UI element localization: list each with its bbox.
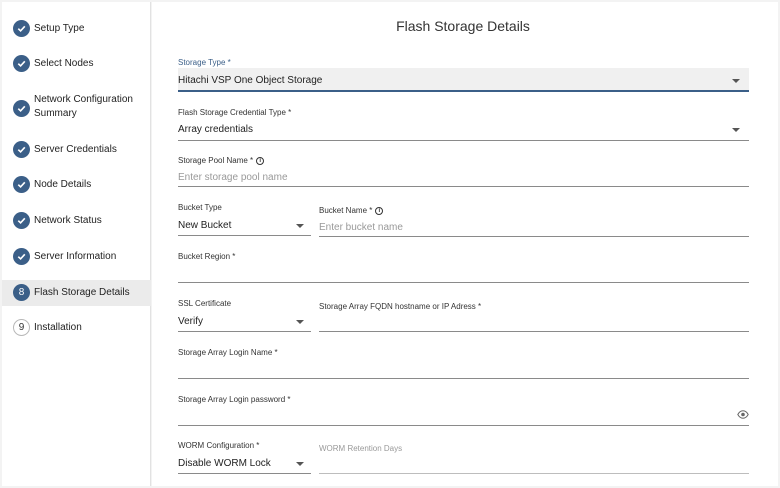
bucket-type-select[interactable]: Bucket Type New Bucket bbox=[178, 203, 311, 237]
step-label: Setup Type bbox=[34, 23, 85, 34]
storage-type-label: Storage Type * bbox=[178, 58, 231, 67]
bucket-type-label: Bucket Type bbox=[178, 203, 222, 212]
step-label: Server Information bbox=[34, 251, 117, 262]
check-icon bbox=[13, 212, 30, 229]
step-select-nodes[interactable]: Select Nodes bbox=[2, 53, 151, 75]
step-label: Select Nodes bbox=[34, 58, 94, 69]
worm-configuration-value: Disable WORM Lock bbox=[178, 458, 271, 469]
worm-configuration-select[interactable]: WORM Configuration * Disable WORM Lock bbox=[178, 441, 311, 475]
caret-down-icon bbox=[732, 128, 740, 132]
storage-pool-name-field[interactable]: Storage Pool Name * i Enter storage pool… bbox=[178, 156, 749, 188]
bucket-name-placeholder: Enter bucket name bbox=[319, 222, 403, 233]
check-icon bbox=[13, 141, 30, 158]
field-underline bbox=[178, 425, 749, 426]
credential-type-label: Flash Storage Credential Type * bbox=[178, 108, 292, 117]
worm-configuration-label: WORM Configuration * bbox=[178, 441, 260, 450]
field-underline bbox=[178, 331, 311, 332]
ssl-certificate-label: SSL Certificate bbox=[178, 299, 232, 308]
step-label: Installation bbox=[34, 322, 82, 333]
step-label: Flash Storage Details bbox=[34, 287, 130, 298]
main-panel: Flash Storage Details Storage Type * Hit… bbox=[152, 2, 778, 486]
step-network-status[interactable]: Network Status bbox=[2, 210, 151, 232]
caret-down-icon bbox=[296, 224, 304, 228]
storage-pool-name-placeholder: Enter storage pool name bbox=[178, 172, 288, 183]
bucket-name-field[interactable]: Bucket Name * i Enter bucket name bbox=[319, 206, 749, 238]
step-server-information[interactable]: Server Information bbox=[2, 246, 151, 268]
ssl-certificate-select[interactable]: SSL Certificate Verify bbox=[178, 299, 311, 333]
step-server-credentials[interactable]: Server Credentials bbox=[2, 139, 151, 161]
check-icon bbox=[13, 176, 30, 193]
step-network-configuration-summary[interactable]: Network Configuration Summary bbox=[2, 92, 151, 124]
step-number-badge: 9 bbox=[13, 319, 30, 336]
field-underline bbox=[178, 473, 311, 474]
wizard-sidebar: Setup Type Select Nodes Network Configur… bbox=[2, 2, 151, 486]
label-text: Storage Pool Name * bbox=[178, 156, 254, 165]
login-name-field[interactable]: Storage Array Login Name * bbox=[178, 348, 749, 380]
step-installation[interactable]: 9 Installation bbox=[2, 317, 151, 339]
login-password-field[interactable]: Storage Array Login password * bbox=[178, 395, 749, 427]
field-underline bbox=[319, 236, 749, 237]
caret-down-icon bbox=[296, 320, 304, 324]
bucket-name-label: Bucket Name * i bbox=[319, 206, 384, 215]
login-password-label: Storage Array Login password * bbox=[178, 395, 291, 404]
caret-down-icon bbox=[732, 79, 740, 83]
field-underline bbox=[178, 90, 749, 92]
check-icon bbox=[13, 55, 30, 72]
field-underline bbox=[178, 378, 749, 379]
fqdn-field[interactable]: Storage Array FQDN hostname or IP Adress… bbox=[319, 302, 749, 334]
step-label: Network Configuration Summary bbox=[34, 94, 133, 119]
check-icon bbox=[13, 248, 30, 265]
caret-down-icon bbox=[296, 462, 304, 466]
field-underline bbox=[178, 140, 749, 141]
credential-type-value: Array credentials bbox=[178, 124, 254, 135]
info-icon[interactable]: i bbox=[375, 206, 384, 215]
worm-retention-days-label: WORM Retention Days bbox=[319, 444, 403, 453]
credential-type-select[interactable]: Flash Storage Credential Type * Array cr… bbox=[178, 108, 749, 142]
bucket-type-value: New Bucket bbox=[178, 220, 232, 231]
page-title: Flash Storage Details bbox=[396, 18, 530, 34]
fqdn-label: Storage Array FQDN hostname or IP Adress… bbox=[319, 302, 482, 311]
step-flash-storage-details[interactable]: 8 Flash Storage Details bbox=[2, 280, 151, 306]
step-label: Network Status bbox=[34, 215, 102, 226]
step-setup-type[interactable]: Setup Type bbox=[2, 18, 151, 40]
step-number-badge: 8 bbox=[13, 284, 30, 301]
eye-icon[interactable] bbox=[737, 410, 749, 419]
step-node-details[interactable]: Node Details bbox=[2, 174, 151, 196]
ssl-certificate-value: Verify bbox=[178, 316, 204, 327]
login-name-label: Storage Array Login Name * bbox=[178, 348, 278, 357]
info-icon[interactable]: i bbox=[256, 156, 265, 165]
field-underline bbox=[178, 282, 749, 283]
field-underline bbox=[178, 186, 749, 187]
label-text: Bucket Name * bbox=[319, 206, 373, 215]
storage-type-select[interactable]: Storage Type * Hitachi VSP One Object St… bbox=[178, 58, 749, 92]
bucket-region-field[interactable]: Bucket Region * bbox=[178, 252, 749, 284]
check-icon bbox=[13, 100, 30, 117]
storage-type-value: Hitachi VSP One Object Storage bbox=[178, 75, 323, 86]
worm-retention-days-field[interactable]: WORM Retention Days bbox=[319, 444, 749, 476]
step-label: Node Details bbox=[34, 179, 92, 190]
bucket-region-label: Bucket Region * bbox=[178, 252, 236, 261]
check-icon bbox=[13, 20, 30, 37]
storage-pool-name-label: Storage Pool Name * i bbox=[178, 156, 265, 165]
field-underline bbox=[178, 235, 311, 236]
field-underline bbox=[319, 473, 749, 474]
step-label: Server Credentials bbox=[34, 144, 117, 155]
field-underline bbox=[319, 331, 749, 332]
